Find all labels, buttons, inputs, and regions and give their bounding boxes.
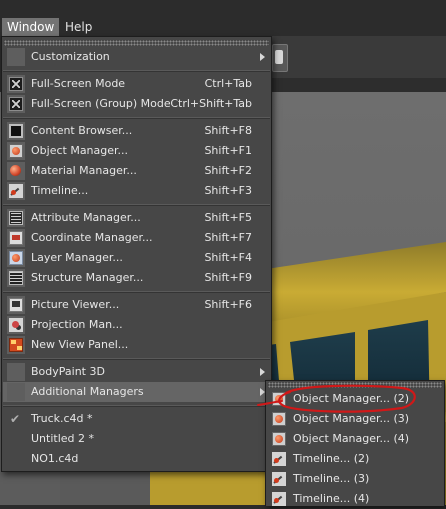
projection-man-icon (9, 318, 23, 332)
menu-grip[interactable] (4, 40, 269, 46)
menu-item-full-screen-mode[interactable]: Full-Screen Mode Ctrl+Tab (3, 74, 270, 94)
menu-item-material-manager[interactable]: Material Manager... Shift+F2 (3, 161, 270, 181)
submenu-arrow-icon (260, 53, 265, 61)
structure-manager-icon (9, 271, 23, 285)
submenu-item-object-manager-2[interactable]: Object Manager... (2) (267, 389, 443, 409)
separator (3, 204, 270, 206)
menu-item-projection-man[interactable]: Projection Man... (3, 315, 270, 335)
menu-item-structure-manager[interactable]: Structure Manager... Shift+F9 (3, 268, 270, 288)
window-menu: Customization Full-Screen Mode Ctrl+Tab … (1, 36, 272, 472)
object-manager-icon (9, 144, 23, 158)
menu-window[interactable]: Window (2, 18, 60, 36)
object-manager-icon (272, 412, 286, 426)
menu-item-content-browser[interactable]: Content Browser... Shift+F8 (3, 121, 270, 141)
view-panel-icon (9, 338, 23, 352)
timeline-icon (272, 452, 286, 466)
layer-manager-icon (9, 251, 23, 265)
menu-item-new-view-panel[interactable]: New View Panel... (3, 335, 270, 355)
viewport-corner (0, 470, 60, 505)
submenu-arrow-icon (260, 368, 265, 376)
submenu-item-timeline-4[interactable]: Timeline... (4) (267, 489, 443, 509)
checkmark-icon: ✔ (10, 412, 21, 426)
menu-item-bodypaint-3d[interactable]: BodyPaint 3D (3, 362, 270, 382)
menu-item-attribute-manager[interactable]: Attribute Manager... Shift+F5 (3, 208, 270, 228)
content-browser-icon (9, 124, 23, 138)
object-manager-icon (272, 432, 286, 446)
viewport-header (270, 78, 446, 93)
picture-viewer-icon (9, 298, 23, 312)
menu-item-coordinate-manager[interactable]: Coordinate Manager... Shift+F7 (3, 228, 270, 248)
timeline-icon (272, 472, 286, 486)
separator (3, 358, 270, 360)
attribute-manager-icon (9, 211, 23, 225)
menu-item-additional-managers[interactable]: Additional Managers (3, 382, 270, 402)
submenu-item-timeline-2[interactable]: Timeline... (2) (267, 449, 443, 469)
timeline-icon (9, 184, 23, 198)
menu-grip[interactable] (268, 382, 442, 388)
menu-item-timeline[interactable]: Timeline... Shift+F3 (3, 181, 270, 201)
menu-item-object-manager[interactable]: Object Manager... Shift+F1 (3, 141, 270, 161)
menu-item-document-no1[interactable]: NO1.c4d (3, 449, 270, 469)
submenu-item-object-manager-4[interactable]: Object Manager... (4) (267, 429, 443, 449)
coordinate-manager-icon (9, 231, 23, 245)
additional-managers-submenu: Object Manager... (2) Object Manager... … (265, 380, 445, 506)
separator (3, 291, 270, 293)
menu-item-full-screen-group-mode[interactable]: Full-Screen (Group) Mode Ctrl+Shift+Tab (3, 94, 270, 114)
submenu-item-timeline-3[interactable]: Timeline... (3) (267, 469, 443, 489)
cylinder-icon (275, 50, 283, 64)
menu-item-customization[interactable]: Customization (3, 47, 270, 67)
separator (3, 405, 270, 407)
menu-item-document-untitled-2[interactable]: Untitled 2 * (3, 429, 270, 449)
material-manager-icon (9, 164, 23, 178)
submenu-item-object-manager-3[interactable]: Object Manager... (3) (267, 409, 443, 429)
menu-item-layer-manager[interactable]: Layer Manager... Shift+F4 (3, 248, 270, 268)
menubar: Window Help (0, 0, 446, 36)
menu-item-picture-viewer[interactable]: Picture Viewer... Shift+F6 (3, 295, 270, 315)
object-manager-icon (272, 392, 286, 406)
menu-item-document-truck[interactable]: ✔ Truck.c4d * (3, 409, 270, 429)
timeline-icon (272, 492, 286, 506)
separator (3, 70, 270, 72)
toolbar (270, 36, 446, 78)
separator (3, 117, 270, 119)
menu-help[interactable]: Help (60, 18, 97, 36)
fullscreen-icon (9, 77, 23, 91)
fullscreen-icon (9, 97, 23, 111)
